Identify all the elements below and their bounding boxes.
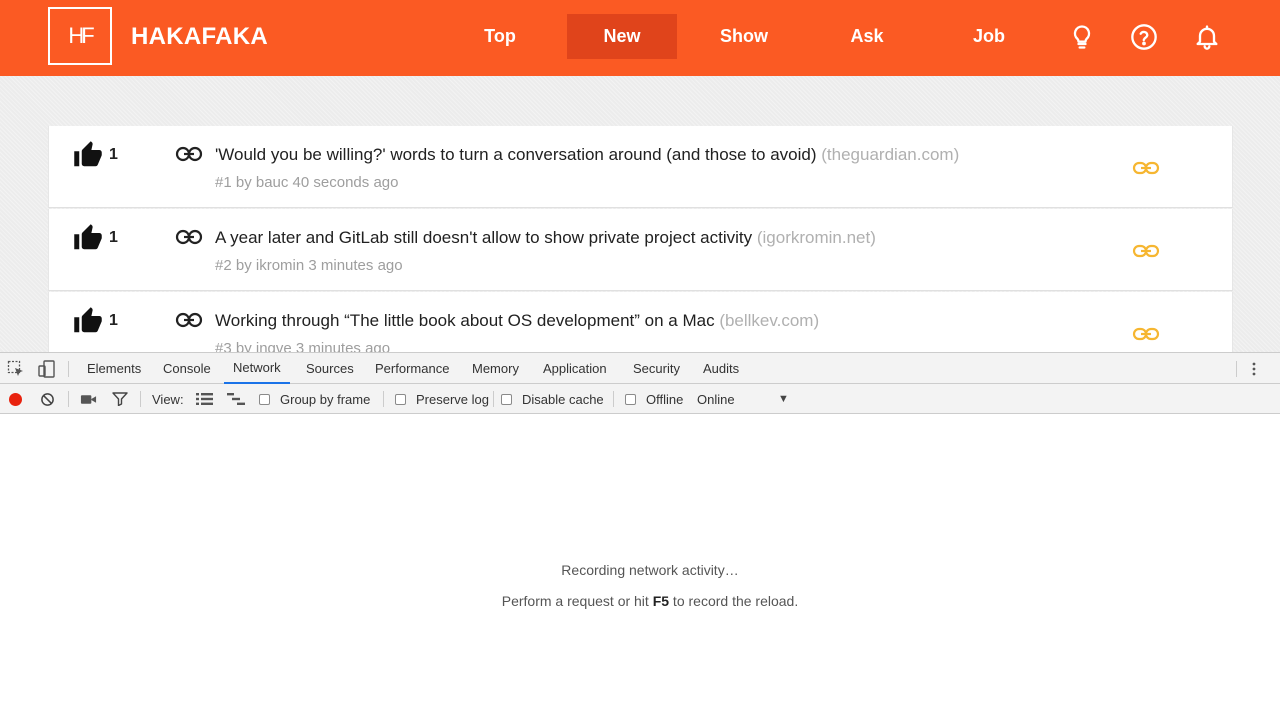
preserve-log-checkbox[interactable]: Preserve log xyxy=(395,384,489,414)
checkbox-icon xyxy=(259,393,270,405)
external-link-icon[interactable] xyxy=(1132,158,1160,178)
reload-hint-key: F5 xyxy=(652,593,670,609)
inspect-element-icon[interactable] xyxy=(7,360,25,378)
external-link-icon[interactable] xyxy=(1132,241,1160,261)
toolbar-divider xyxy=(493,391,494,407)
lightbulb-icon[interactable] xyxy=(1067,22,1097,52)
toolbar-divider xyxy=(613,391,614,407)
record-icon xyxy=(9,392,22,406)
capture-screenshots-button[interactable] xyxy=(80,384,97,414)
clear-button[interactable] xyxy=(40,384,55,414)
checkbox-icon xyxy=(395,393,406,405)
site-brand[interactable]: HAKAFAKA xyxy=(131,23,268,51)
checkbox-icon xyxy=(501,393,512,405)
vote-button[interactable]: 1 xyxy=(73,223,118,253)
thumbs-up-icon xyxy=(74,224,102,250)
large-rows-toggle[interactable] xyxy=(196,384,213,414)
overview-toggle[interactable] xyxy=(227,384,245,414)
group-by-frame-label: Group by frame xyxy=(280,391,371,407)
devtools-tab-network[interactable]: Network xyxy=(224,353,290,384)
reload-hint-suffix: to record the reload. xyxy=(669,593,799,609)
story-row: 1 A year later and GitLab still doesn't … xyxy=(48,209,1233,291)
site-logo[interactable]: HF xyxy=(48,7,112,65)
recording-status-text: Recording network activity… xyxy=(561,562,739,578)
dropdown-arrow-icon: ▼ xyxy=(778,393,789,405)
story-title-text[interactable]: 'Would you be willing?' words to turn a … xyxy=(215,145,817,164)
vote-count: 1 xyxy=(109,312,118,329)
reload-hint-text: Perform a request or hit F5 to record th… xyxy=(0,593,1280,609)
story-domain: (igorkromin.net) xyxy=(756,228,876,247)
filter-button[interactable] xyxy=(112,384,128,414)
external-link-icon[interactable] xyxy=(1132,324,1160,344)
devtools-tab-memory[interactable]: Memory xyxy=(472,353,519,384)
toolbar-divider xyxy=(68,361,69,377)
story-meta: #2 by ikromin 3 minutes ago xyxy=(215,257,403,274)
offline-checkbox[interactable]: Offline xyxy=(625,384,683,414)
website-viewport: HF HAKAFAKA Top New Show Ask Job 1 'Woul… xyxy=(0,0,1280,352)
link-icon xyxy=(175,229,203,245)
clear-icon xyxy=(41,392,54,406)
preserve-log-label: Preserve log xyxy=(416,391,489,407)
thumbs-up-icon xyxy=(74,141,102,167)
site-header: HF HAKAFAKA Top New Show Ask Job xyxy=(0,0,1280,76)
throttling-value: Online xyxy=(697,391,735,407)
nav-tab-new[interactable]: New xyxy=(567,14,677,59)
vote-button[interactable]: 1 xyxy=(73,140,118,170)
view-label: View: xyxy=(152,391,184,407)
devtools-tab-console[interactable]: Console xyxy=(163,353,211,384)
group-by-frame-checkbox[interactable]: Group by frame xyxy=(259,384,370,414)
story-title[interactable]: Working through “The little book about O… xyxy=(215,311,819,331)
nav-tab-ask[interactable]: Ask xyxy=(812,14,922,59)
devtools-tab-elements[interactable]: Elements xyxy=(87,353,141,384)
toolbar-divider xyxy=(1236,361,1237,377)
nav-tab-job[interactable]: Job xyxy=(934,14,1044,59)
help-icon[interactable] xyxy=(1129,22,1159,52)
offline-label: Offline xyxy=(646,391,684,407)
device-toolbar-icon[interactable] xyxy=(38,360,56,378)
nav-tab-show[interactable]: Show xyxy=(689,14,799,59)
filter-icon xyxy=(112,392,128,406)
reload-hint-prefix: Perform a request or hit xyxy=(501,593,653,609)
disable-cache-label: Disable cache xyxy=(522,391,604,407)
devtools-tab-bar: Elements Console Network Sources Perform… xyxy=(0,353,1280,384)
record-button[interactable] xyxy=(9,384,22,414)
nav-tab-top[interactable]: Top xyxy=(445,14,555,59)
disable-cache-checkbox[interactable]: Disable cache xyxy=(501,384,604,414)
story-domain: (theguardian.com) xyxy=(821,145,960,164)
toolbar-divider xyxy=(68,391,69,407)
toolbar-divider xyxy=(383,391,384,407)
devtools-tab-application[interactable]: Application xyxy=(543,353,607,384)
link-icon xyxy=(175,146,203,162)
devtools-tab-audits[interactable]: Audits xyxy=(703,353,739,384)
vote-count: 1 xyxy=(109,146,118,163)
bell-icon[interactable] xyxy=(1192,22,1222,52)
toolbar-divider xyxy=(140,391,141,407)
story-meta: #1 by bauc 40 seconds ago xyxy=(215,174,399,191)
story-domain: (bellkev.com) xyxy=(719,311,820,330)
network-log-area: Recording network activity… Perform a re… xyxy=(0,414,1280,720)
checkbox-icon xyxy=(625,393,636,405)
vote-count: 1 xyxy=(109,229,118,246)
story-meta: #3 by ingve 3 minutes ago xyxy=(215,340,391,352)
devtools-panel: Elements Console Network Sources Perform… xyxy=(0,352,1280,720)
thumbs-up-icon xyxy=(74,307,102,333)
devtools-tab-performance[interactable]: Performance xyxy=(375,353,449,384)
devtools-tab-sources[interactable]: Sources xyxy=(306,353,354,384)
video-camera-icon xyxy=(80,394,97,404)
throttling-select[interactable]: Online ▼ xyxy=(697,384,793,414)
list-view-icon xyxy=(196,393,213,405)
story-row: 1 Working through “The little book about… xyxy=(48,292,1233,352)
link-icon xyxy=(175,312,203,328)
devtools-tab-security[interactable]: Security xyxy=(633,353,680,384)
story-title[interactable]: A year later and GitLab still doesn't al… xyxy=(215,228,876,248)
vote-button[interactable]: 1 xyxy=(73,306,118,336)
more-options-icon[interactable] xyxy=(1248,361,1260,377)
story-row: 1 'Would you be willing?' words to turn … xyxy=(48,126,1233,208)
story-title-text[interactable]: Working through “The little book about O… xyxy=(215,311,715,330)
network-toolbar: View: Group by frame Preserve log Disabl… xyxy=(0,384,1280,414)
story-title[interactable]: 'Would you be willing?' words to turn a … xyxy=(215,145,959,165)
waterfall-icon xyxy=(227,393,245,405)
story-title-text[interactable]: A year later and GitLab still doesn't al… xyxy=(215,228,752,247)
